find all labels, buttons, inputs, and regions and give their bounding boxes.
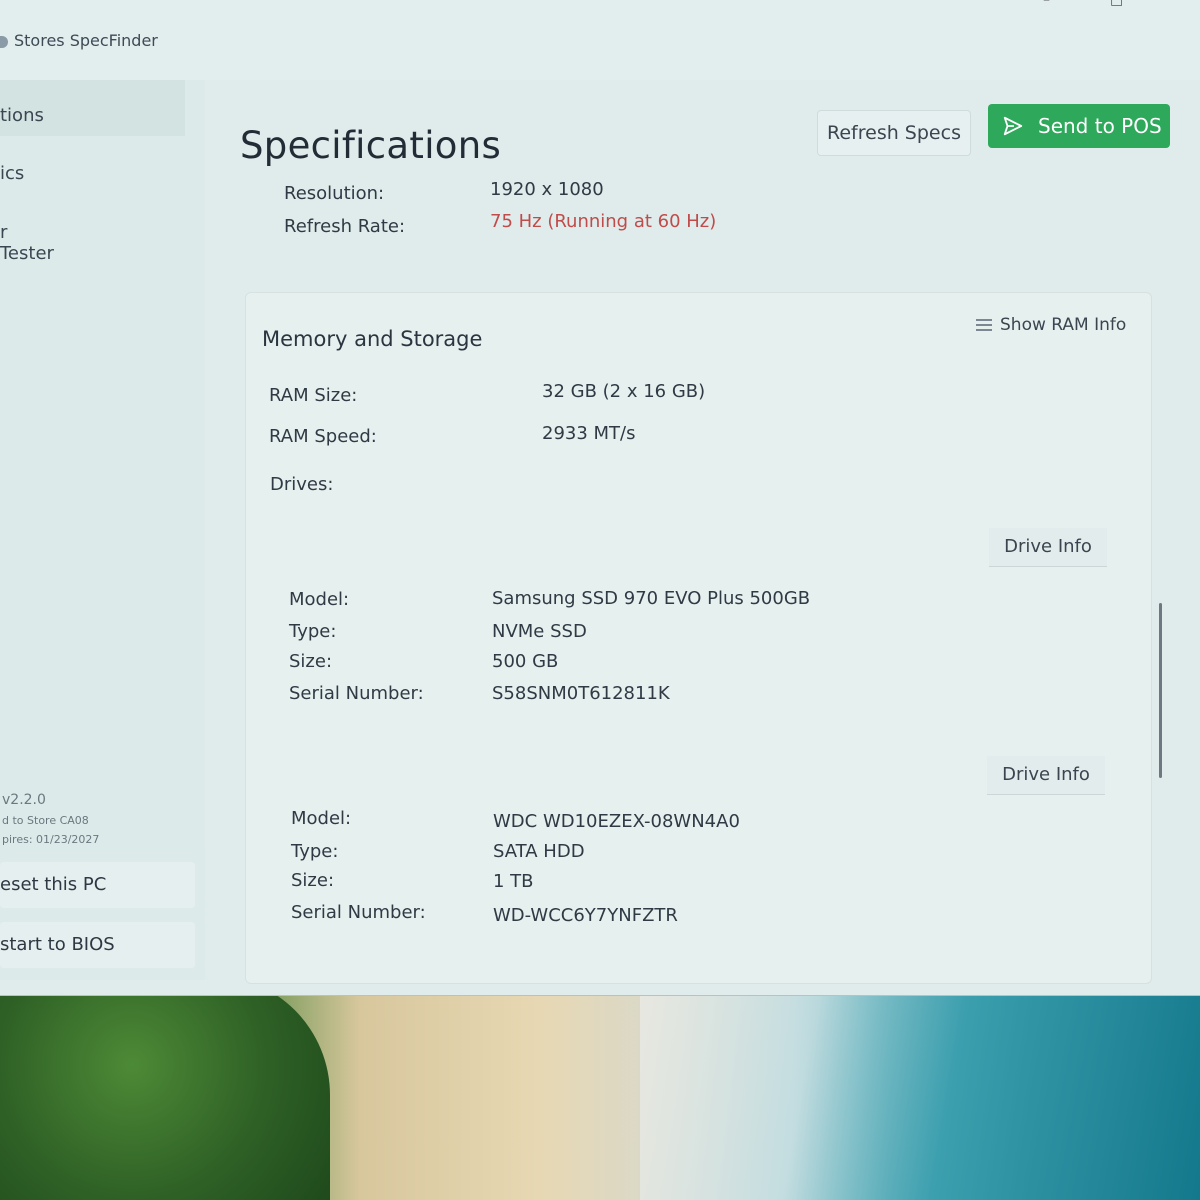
app-window: Stores SpecFinder – □ tions ics r Tester… (0, 0, 1200, 996)
drive-model-value: WDC WD10EZEX-08WN4A0 (493, 811, 740, 832)
ram-size-value: 32 GB (2 x 16 GB) (542, 381, 706, 402)
send-to-pos-button[interactable]: Send to POS (988, 104, 1170, 148)
refresh-specs-button[interactable]: Refresh Specs (817, 110, 971, 156)
assigned-store-label: d to Store CA08 (2, 814, 89, 827)
scrollbar-thumb[interactable] (1159, 603, 1162, 778)
ram-speed-label: RAM Speed: (269, 426, 377, 447)
drive-info-button[interactable]: Drive Info (989, 528, 1107, 567)
show-ram-info-label: Show RAM Info (1000, 315, 1127, 335)
drive-type-value: NVMe SSD (492, 621, 587, 642)
drive-size-label: Size: (289, 651, 333, 672)
memory-storage-title: Memory and Storage (262, 327, 483, 351)
show-ram-info-button[interactable]: Show RAM Info (976, 315, 1126, 335)
drive-size-label: Size: (291, 870, 335, 891)
resolution-label: Resolution: (284, 183, 385, 204)
resolution-value: 1920 x 1080 (490, 179, 604, 200)
license-expiry-label: pires: 01/23/2027 (2, 833, 100, 846)
drives-label: Drives: (270, 474, 334, 495)
drive-type-value: SATA HDD (493, 841, 585, 862)
wallpaper-shore (640, 990, 1200, 1200)
ram-speed-value: 2933 MT/s (542, 423, 636, 444)
drive-model-label: Model: (291, 808, 352, 829)
wallpaper-foliage (0, 975, 330, 1200)
sidebar-item-label: ics (0, 163, 25, 184)
menu-icon (976, 319, 992, 331)
ram-size-label: RAM Size: (269, 385, 358, 406)
restart-bios-label: start to BIOS (0, 934, 115, 955)
sidebar-item-label: tions (0, 105, 44, 126)
reset-pc-button[interactable]: eset this PC (0, 862, 195, 908)
title-bar: Stores SpecFinder – □ (0, 0, 1200, 80)
drive-serial-value: WD-WCC6Y7YNFZTR (493, 905, 678, 926)
window-title: Stores SpecFinder (0, 31, 158, 50)
drive-type-label: Type: (289, 621, 337, 642)
send-to-pos-label: Send to POS (1038, 114, 1162, 138)
reset-pc-label: eset this PC (0, 874, 107, 895)
maximize-icon[interactable]: □ (1110, 0, 1124, 8)
drive-size-value: 1 TB (493, 871, 534, 892)
drive-serial-label: Serial Number: (289, 683, 424, 704)
page-title: Specifications (240, 124, 502, 167)
refresh-rate-value: 75 Hz (Running at 60 Hz) (490, 211, 717, 232)
drive-info-button[interactable]: Drive Info (987, 756, 1105, 795)
drive-serial-value: S58SNM0T612811K (492, 683, 670, 704)
version-label: v2.2.0 (2, 792, 46, 808)
drive-type-label: Type: (291, 841, 339, 862)
drive-size-value: 500 GB (492, 651, 559, 672)
minimize-icon[interactable]: – (1043, 0, 1057, 8)
memory-storage-card: Memory and Storage Show RAM Info RAM Siz… (245, 292, 1162, 984)
restart-bios-button[interactable]: start to BIOS (0, 922, 195, 968)
drive-model-value: Samsung SSD 970 EVO Plus 500GB (492, 588, 811, 609)
refresh-rate-label: Refresh Rate: (284, 216, 406, 237)
app-icon (0, 35, 8, 48)
sidebar-item-specifications[interactable]: tions (0, 80, 185, 136)
drive-serial-label: Serial Number: (291, 902, 426, 923)
window-title-text: Stores SpecFinder (14, 31, 158, 50)
drive-model-label: Model: (289, 589, 350, 610)
sidebar-item-label: r Tester (0, 222, 54, 264)
sidebar: tions ics r Tester v2.2.0 d to Store CA0… (0, 80, 205, 980)
main-content: Specifications Refresh Specs Send to POS… (205, 80, 1200, 984)
send-icon (1003, 116, 1023, 136)
